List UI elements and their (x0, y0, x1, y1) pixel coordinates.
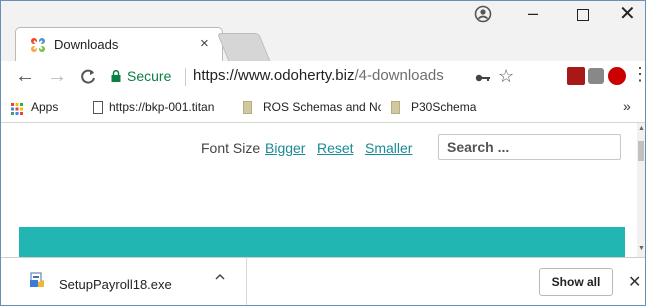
url-text[interactable]: https://www.odoherty.biz/4-downloads (193, 67, 444, 84)
joomla-favicon-icon (31, 38, 45, 52)
bookmarks-overflow-icon[interactable]: » (623, 98, 631, 114)
reload-icon[interactable] (79, 68, 97, 86)
back-arrow-icon[interactable]: ← (15, 65, 35, 88)
bookmark-item-ros-schemas[interactable]: ROS Schemas and Nc (263, 100, 381, 114)
download-item[interactable]: SetupPayroll18.exe (1, 258, 247, 305)
close-shelf-icon[interactable]: ✕ (628, 272, 641, 292)
header-banner (19, 227, 625, 257)
profile-icon[interactable] (474, 5, 492, 23)
font-smaller-link[interactable]: Smaller (365, 140, 412, 156)
tab-downloads[interactable]: Downloads × (15, 27, 223, 61)
search-input[interactable] (438, 134, 621, 160)
installer-file-icon (30, 272, 44, 287)
extension-icon[interactable] (588, 68, 604, 84)
browser-window: Downloads × – ✕ ← → Secure https://www.o… (0, 0, 646, 306)
play-extension-icon[interactable] (608, 67, 626, 85)
scroll-thumb[interactable] (638, 141, 644, 161)
scroll-down-icon[interactable]: ▼ (638, 245, 645, 252)
bookmark-page-icon (391, 101, 400, 114)
bookmark-item-bkp[interactable]: https://bkp-001.titan (109, 100, 237, 114)
font-bigger-link[interactable]: Bigger (265, 140, 305, 156)
lock-icon (111, 70, 121, 82)
close-window-button[interactable]: ✕ (619, 1, 636, 26)
bookmarks-bar: Apps https://bkp-001.titan ROS Schemas a… (1, 93, 645, 123)
page-scrollbar[interactable]: ▲ ▼ (637, 123, 645, 257)
bookmark-page-icon (243, 101, 252, 114)
key-icon[interactable] (475, 73, 491, 83)
new-tab-button[interactable] (216, 33, 272, 63)
bookmark-apps[interactable]: Apps (31, 100, 58, 114)
scroll-up-icon[interactable]: ▲ (638, 125, 645, 132)
tab-strip: Downloads × – ✕ (1, 1, 645, 63)
secure-label: Secure (127, 68, 172, 84)
tab-title: Downloads (54, 37, 119, 52)
page-content: Font Size Bigger Reset Smaller (1, 123, 637, 257)
download-file-name: SetupPayroll18.exe (59, 277, 172, 292)
address-toolbar: ← → Secure https://www.odoherty.biz/4-do… (1, 61, 645, 93)
font-reset-link[interactable]: Reset (317, 140, 354, 156)
page-icon (93, 101, 103, 114)
chevron-up-icon[interactable] (215, 272, 225, 282)
tab-close-icon[interactable]: × (200, 35, 209, 52)
omnibox[interactable]: Secure https://www.odoherty.biz/4-downlo… (105, 64, 545, 90)
pdf-extension-icon[interactable] (567, 67, 585, 85)
forward-arrow-icon[interactable]: → (47, 65, 67, 88)
bookmark-star-icon[interactable]: ☆ (498, 66, 514, 87)
chrome-menu-icon[interactable]: ⋮ (631, 64, 645, 85)
minimize-button[interactable]: – (528, 3, 538, 24)
url-host: https://www.odoherty.biz (193, 67, 355, 84)
omnibox-separator (185, 68, 186, 86)
bookmark-item-p30schema[interactable]: P30Schema (411, 100, 476, 114)
download-shelf: SetupPayroll18.exe Show all ✕ (1, 257, 645, 305)
apps-grid-icon[interactable] (11, 103, 23, 115)
show-all-button[interactable]: Show all (539, 268, 613, 296)
maximize-button[interactable] (577, 9, 589, 21)
font-size-label: Font Size (201, 140, 261, 156)
url-path: /4-downloads (354, 67, 444, 84)
